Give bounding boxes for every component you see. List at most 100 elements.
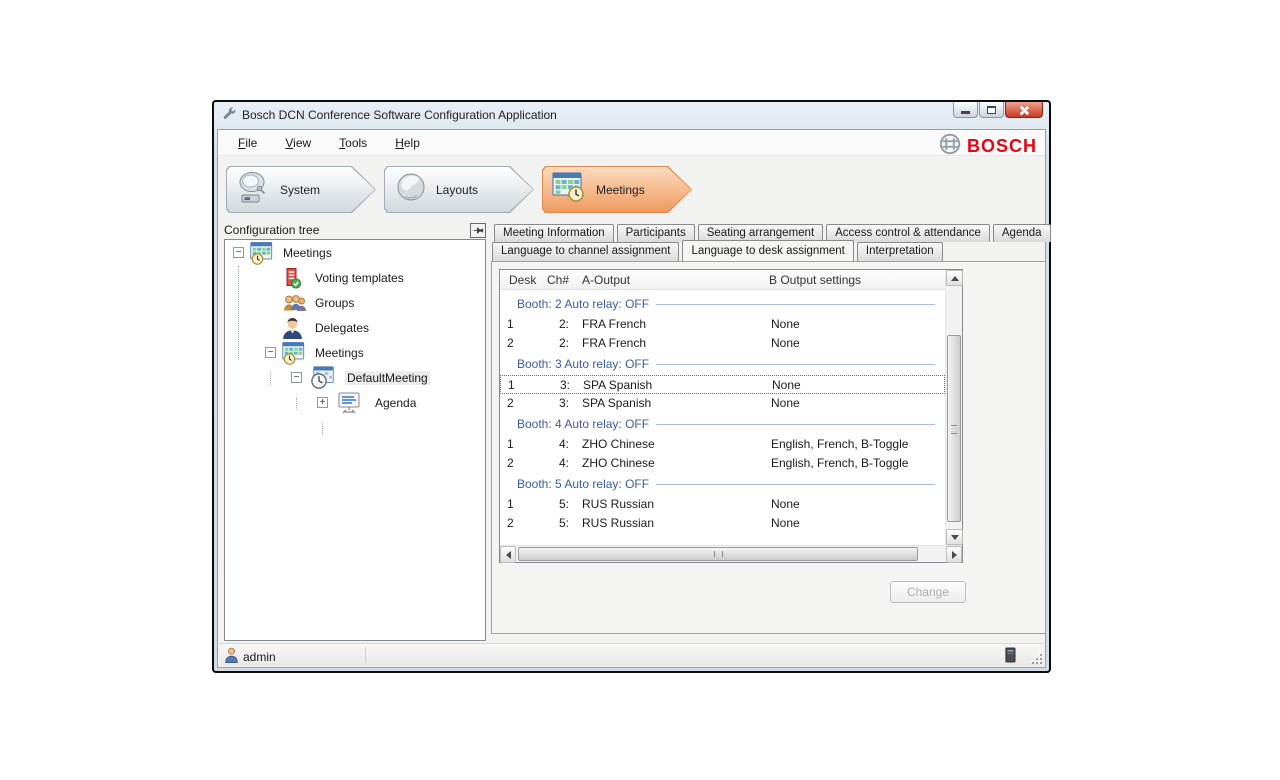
channel-cell: 4: [530,437,569,451]
app-window: Bosch DCN Conference Software Configurat… [212,100,1051,673]
delegate-icon [282,316,303,339]
a-output-cell: FRA French [582,317,646,331]
desk-cell: 1 [507,497,514,511]
nav-step-label: Layouts [436,183,478,197]
title-bar[interactable]: Bosch DCN Conference Software Configurat… [214,102,1049,128]
change-button[interactable]: Change [890,581,966,603]
tree-item-voting-templates[interactable]: Voting templates [225,265,485,290]
column-a-output[interactable]: A-Output [582,273,630,287]
assignment-row[interactable]: 12:FRA FrenchNone [500,315,945,334]
assignment-row[interactable]: 24:ZHO ChineseEnglish, French, B-Toggle [500,454,945,473]
channel-cell: 2: [530,336,569,350]
b-output-cell: None [772,378,801,392]
scroll-right-button[interactable] [946,546,962,563]
tree-item-meetings[interactable]: − Meetings [225,340,485,365]
agenda-icon [337,391,361,414]
booth-header-rule [656,484,935,485]
close-button[interactable] [1005,102,1043,118]
a-output-cell: RUS Russian [582,516,654,530]
desk-cell: 2 [507,516,514,530]
assignment-row[interactable]: 22:FRA FrenchNone [500,334,945,353]
pin-icon[interactable] [470,223,486,238]
assignment-row[interactable]: 25:RUS RussianNone [500,514,945,533]
minimize-button[interactable] [953,102,978,118]
tree-item-label: Meetings [315,346,364,360]
tab-language-to-channel-assignment[interactable]: Language to channel assignment [492,242,679,261]
desk-cell: 2 [507,336,514,350]
arrow-up-icon [951,276,959,281]
nav-step-meetings[interactable]: Meetings [542,166,692,213]
voting-icon [282,266,302,290]
tree-item-agenda[interactable]: +Agenda [225,390,485,415]
assignment-row[interactable]: 14:ZHO ChineseEnglish, French, B-Toggle [500,435,945,454]
booth-header-text: Booth: 5 Auto relay: OFF [517,477,649,491]
resize-grip[interactable] [1030,652,1042,664]
booth-group-header: Booth: 5 Auto relay: OFF [500,473,945,495]
desk-cell: 1 [507,317,514,331]
menu-file[interactable]: File [238,136,257,150]
assignment-row[interactable]: 13:SPA SpanishNone [500,375,945,394]
booth-header-rule [656,304,935,305]
tree-item-label: Voting templates [315,271,404,285]
tree-item-delegates[interactable]: Delegates [225,315,485,340]
a-output-cell: FRA French [582,336,646,350]
nav-step-layouts[interactable]: Layouts [384,166,534,213]
tree-item-label: Meetings [283,246,332,260]
channel-cell: 4: [530,456,569,470]
tab-interpretation[interactable]: Interpretation [857,242,943,261]
expander-minus-icon[interactable]: − [265,347,276,358]
maximize-button[interactable] [979,102,1004,118]
scroll-left-button[interactable] [500,546,516,563]
listview-header: Desk Ch# A-Output B Output settings [500,270,945,290]
menu-view[interactable]: View [285,136,311,150]
nav-step-system[interactable]: System [226,166,376,213]
vertical-scrollbar[interactable] [945,270,962,545]
b-output-cell: English, French, B-Toggle [771,456,908,470]
menu-help[interactable]: Help [395,136,420,150]
bosch-wordmark: BOSCH [967,136,1037,157]
arrow-down-icon [951,535,959,540]
logged-in-user: admin [243,650,276,664]
column-b-output-settings[interactable]: B Output settings [769,273,861,287]
globe-icon [394,170,428,209]
booth-header-rule [656,424,935,425]
nav-step-label: Meetings [596,183,645,197]
scroll-down-button[interactable] [946,529,963,545]
booth-header-text: Booth: 4 Auto relay: OFF [517,417,649,431]
b-output-cell: None [771,497,800,511]
meeting-calendar-icon [282,341,309,365]
vertical-scroll-thumb[interactable] [947,335,961,522]
tab-page-language-to-desk: Desk Ch# A-Output B Output settings Boot… [491,261,1046,634]
tree-connector [322,422,323,435]
booth-group-header: Booth: 3 Auto relay: OFF [500,353,945,375]
a-output-cell: SPA Spanish [582,396,651,410]
horizontal-scroll-thumb[interactable] [518,547,918,561]
desk-cell: 2 [507,396,514,410]
menu-bar: File View Tools Help [218,130,1045,156]
a-output-cell: ZHO Chinese [582,437,655,451]
groups-icon [282,293,307,313]
assignment-row[interactable]: 23:SPA SpanishNone [500,394,945,413]
column-desk[interactable]: Desk [509,273,536,287]
bosch-armature-icon [939,133,961,160]
horizontal-scrollbar[interactable] [500,545,962,562]
tab-meeting-information[interactable]: Meeting Information [494,224,614,242]
assignment-table-body: Booth: 2 Auto relay: OFF12:FRA FrenchNon… [500,290,945,545]
satellite-dish-icon [236,169,272,210]
expander-minus-icon[interactable]: − [233,247,244,258]
tab-language-to-desk-assignment[interactable]: Language to desk assignment [682,240,853,261]
booth-header-text: Booth: 2 Auto relay: OFF [517,297,649,311]
tree-item-defaultmeeting[interactable]: −DefaultMeeting [225,365,485,390]
scroll-up-button[interactable] [946,270,963,286]
tree-item-meetings[interactable]: − Meetings [225,240,485,265]
menu-tools[interactable]: Tools [339,136,367,150]
assignment-row[interactable]: 15:RUS RussianNone [500,495,945,514]
tab-agenda[interactable]: Agenda [993,224,1051,242]
expander-plus-icon[interactable]: + [317,397,328,408]
booth-header-text: Booth: 3 Auto relay: OFF [517,357,649,371]
column-ch[interactable]: Ch# [547,273,569,287]
a-output-cell: ZHO Chinese [582,456,655,470]
tree-item-groups[interactable]: Groups [225,290,485,315]
expander-minus-icon[interactable]: − [291,372,302,383]
a-output-cell: RUS Russian [582,497,654,511]
